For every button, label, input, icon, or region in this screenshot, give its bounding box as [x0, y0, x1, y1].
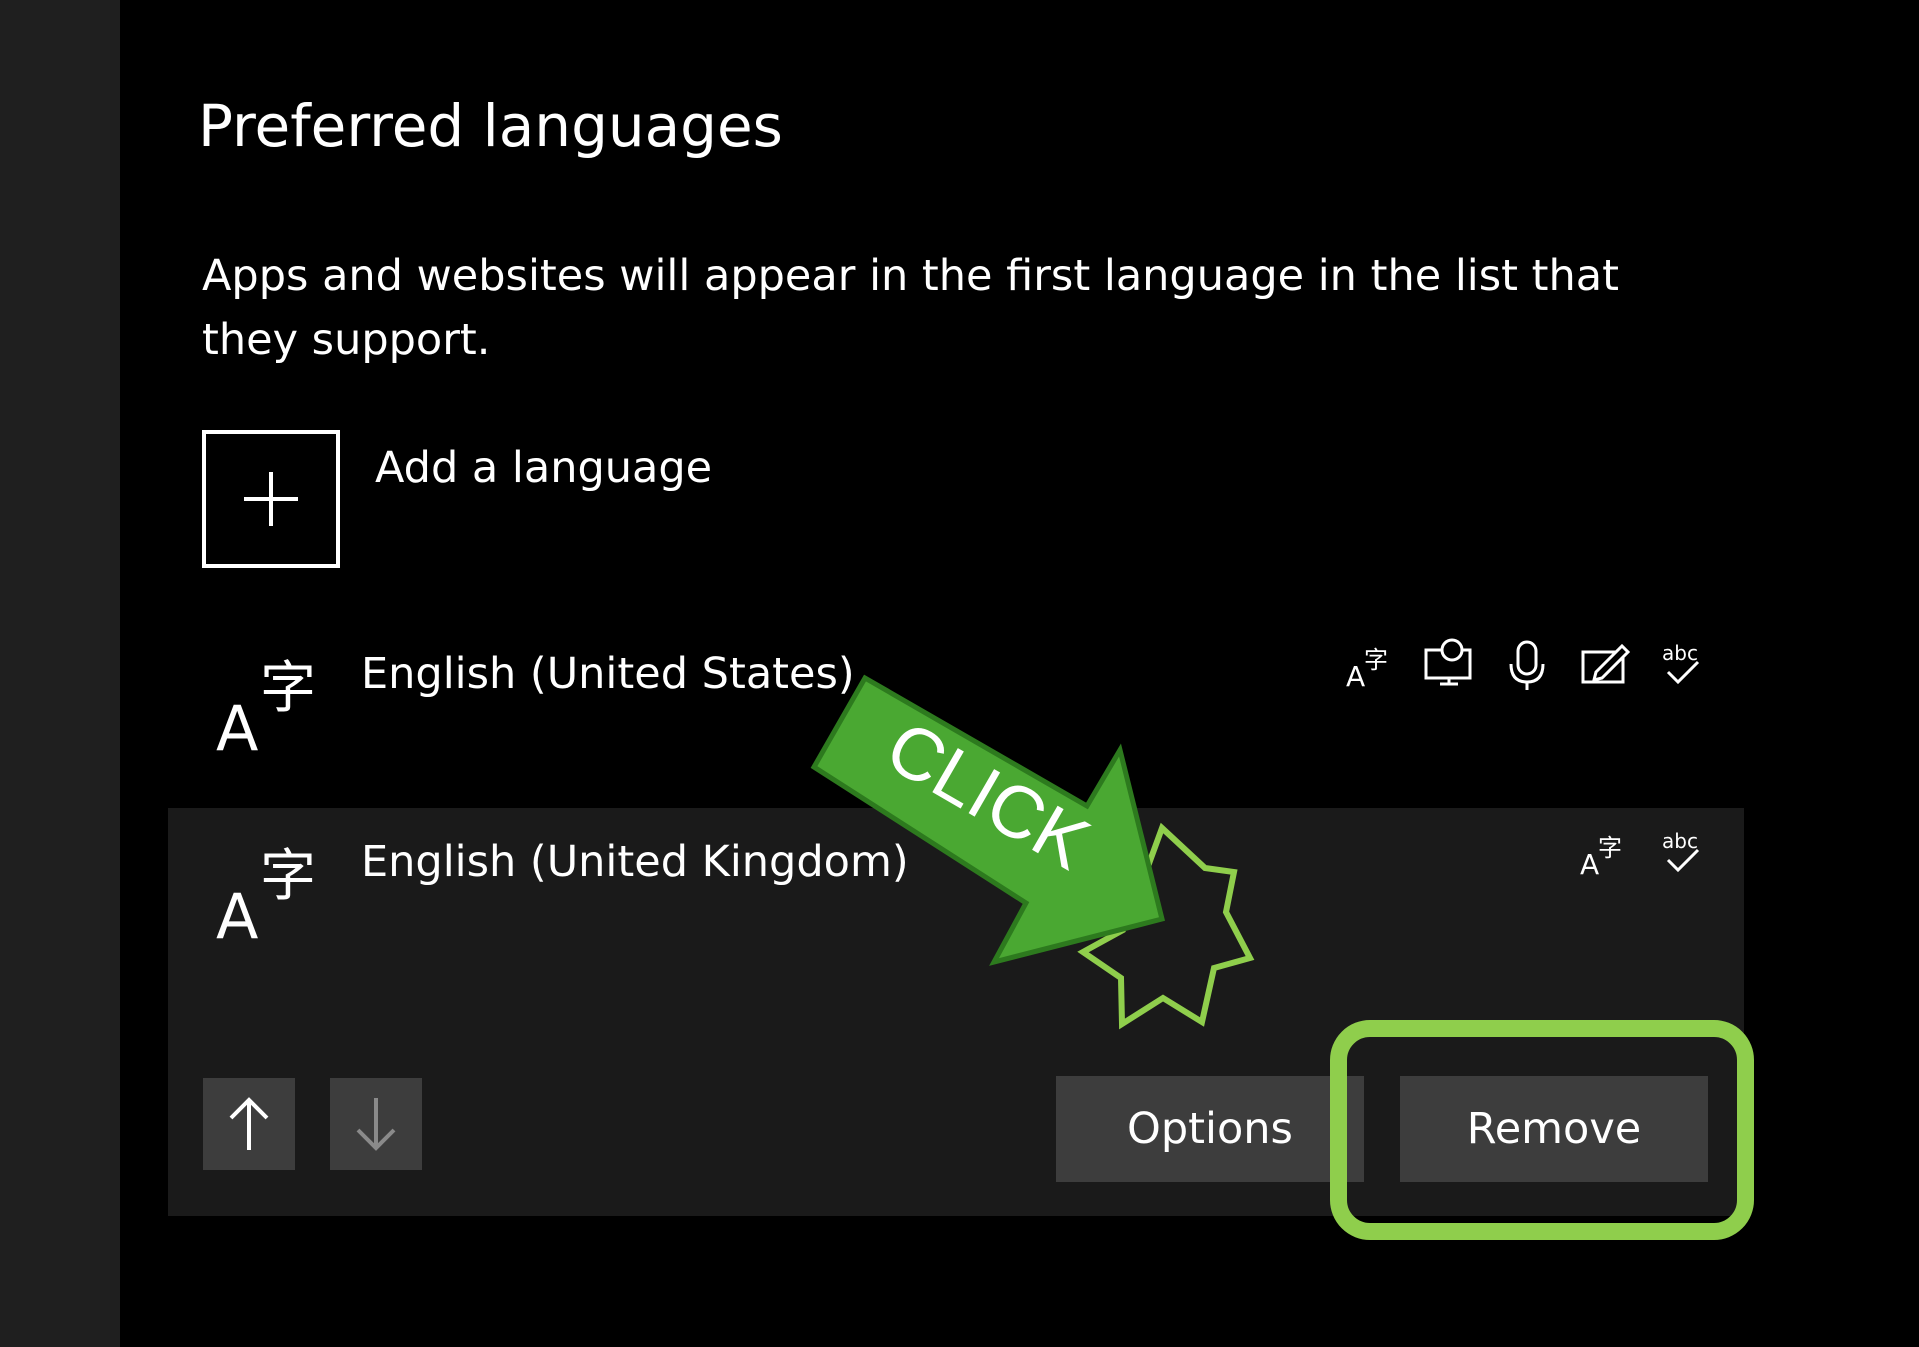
click-annotation: CLICK	[810, 674, 1255, 1030]
